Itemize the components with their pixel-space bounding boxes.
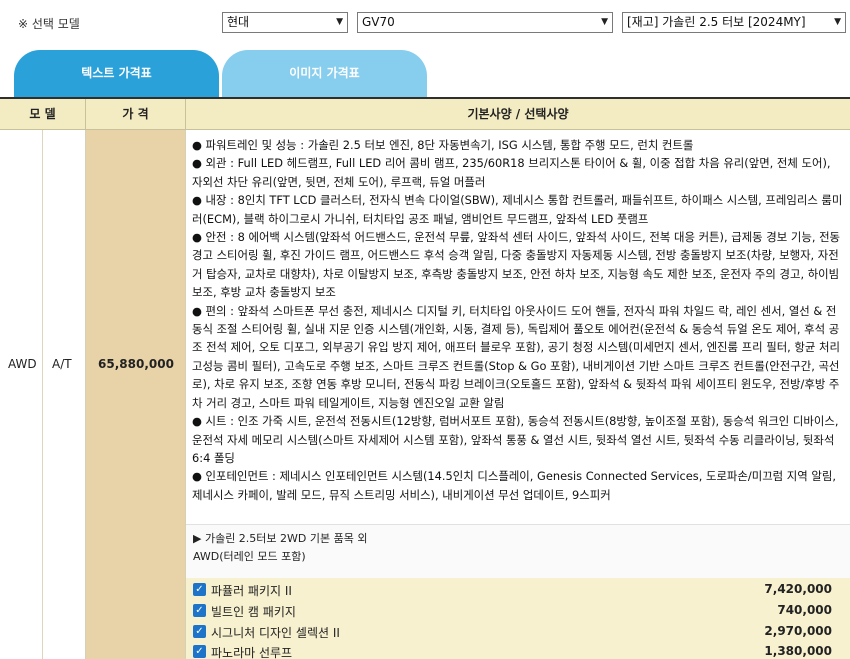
price-list-tabs: 텍스트 가격표 이미지 가격표: [0, 50, 850, 97]
checkbox-checked-icon[interactable]: ✓: [193, 645, 206, 658]
model-cell: AWD A/T: [0, 130, 86, 659]
tab-text-price-list[interactable]: 텍스트 가격표: [14, 50, 219, 97]
header-price: 가 격: [86, 99, 186, 130]
spec-safety: ● 안전 : 8 에어백 시스템(앞좌석 어드밴스드, 운전석 무릎, 앞좌석 …: [192, 230, 841, 300]
spec-seats: ● 시트 : 인조 가죽 시트, 운전석 전동시트(12방향, 럼버서포트 포함…: [192, 414, 839, 465]
option-price: 7,420,000: [764, 582, 832, 596]
chevron-down-icon: ▼: [834, 17, 841, 27]
maker-select-value: 현대: [227, 15, 250, 29]
base-price: 65,880,000: [98, 357, 174, 371]
drive-type: AWD: [8, 357, 37, 371]
option-price: 740,000: [777, 603, 832, 617]
option-name: 빌트인 캠 패키지: [211, 605, 296, 619]
option-list: ✓ 파퓰러 패키지 II 7,420,000 ✓ 빌트인 캠 패키지 740,0…: [186, 578, 850, 659]
spec-exterior: ● 외관 : Full LED 헤드램프, Full LED 리어 콤비 램프,…: [192, 156, 831, 189]
spec-convenience: ● 편의 : 앞좌석 스마트폰 무선 충전, 제네시스 디지털 키, 터치타입 …: [192, 303, 840, 410]
option-item[interactable]: ✓ 빌트인 캠 패키지 740,000: [186, 602, 850, 620]
model-selector-bar: ※ 선택 모델 현대 ▼ GV70 ▼ [재고] 가솔린 2.5 터보 [202…: [0, 0, 850, 50]
trim-select[interactable]: [재고] 가솔린 2.5 터보 [2024MY] ▼: [622, 12, 846, 33]
trim-note-line: ▶ 가솔린 2.5터보 2WD 기본 품목 외: [193, 532, 368, 545]
spec-interior: ● 내장 : 8인치 TFT LCD 클러스터, 전자식 변속 다이얼(SBW)…: [192, 193, 843, 226]
chevron-down-icon: ▼: [601, 17, 608, 27]
price-cell: 65,880,000: [86, 130, 186, 659]
checkbox-checked-icon[interactable]: ✓: [193, 625, 206, 638]
header-spec: 기본사양 / 선택사양: [186, 99, 850, 130]
selector-label: ※ 선택 모델: [18, 17, 80, 31]
option-name: 시그니처 디자인 셀렉션 II: [211, 626, 340, 640]
model-select[interactable]: GV70 ▼: [357, 12, 613, 33]
option-name: 파퓰러 패키지 II: [211, 584, 292, 598]
spec-powertrain: ● 파워트레인 및 성능 : 가솔린 2.5 터보 엔진, 8단 자동변속기, …: [192, 138, 694, 152]
trim-note-line: AWD(터레인 모드 포함): [193, 550, 306, 563]
option-item[interactable]: ✓ 파퓰러 패키지 II 7,420,000: [186, 581, 850, 599]
tab-image-price-list[interactable]: 이미지 가격표: [222, 50, 427, 97]
option-price: 2,970,000: [764, 624, 832, 638]
checkbox-checked-icon[interactable]: ✓: [193, 604, 206, 617]
spec-list: ● 파워트레인 및 성능 : 가솔린 2.5 터보 엔진, 8단 자동변속기, …: [192, 136, 844, 504]
trim-note: ▶ 가솔린 2.5터보 2WD 기본 품목 외 AWD(터레인 모드 포함): [186, 524, 850, 578]
chevron-down-icon: ▼: [336, 17, 343, 27]
option-price: 1,380,000: [764, 644, 832, 658]
checkbox-checked-icon[interactable]: ✓: [193, 583, 206, 596]
price-table: 모 델 가 격 기본사양 / 선택사양 AWD A/T 65,880,000 ●…: [0, 97, 850, 659]
spec-infotainment: ● 인포테인먼트 : 제네시스 인포테인먼트 시스템(14.5인치 디스플레이,…: [192, 469, 836, 502]
transmission-type: A/T: [52, 357, 72, 371]
model-select-value: GV70: [362, 15, 395, 29]
header-model: 모 델: [0, 99, 86, 130]
cell-divider: [42, 130, 43, 659]
trim-select-value: [재고] 가솔린 2.5 터보 [2024MY]: [627, 15, 806, 29]
option-item[interactable]: ✓ 시그니처 디자인 셀렉션 II 2,970,000: [186, 623, 850, 641]
option-item[interactable]: ✓ 파노라마 선루프 1,380,000: [186, 643, 850, 659]
option-name: 파노라마 선루프: [211, 646, 293, 659]
maker-select[interactable]: 현대 ▼: [222, 12, 348, 33]
